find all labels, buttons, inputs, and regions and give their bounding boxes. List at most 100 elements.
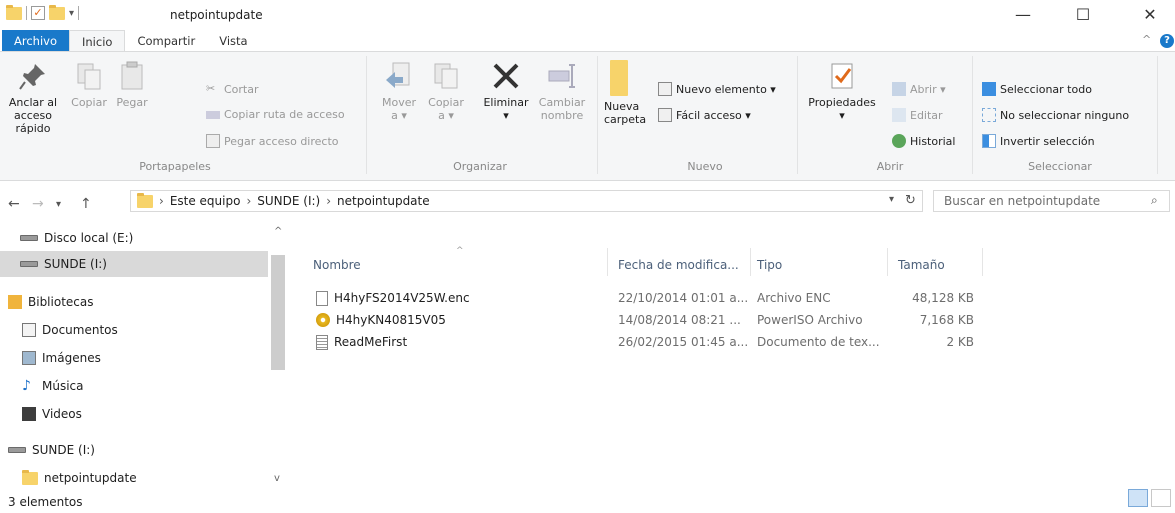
search-input[interactable]: Buscar en netpointupdate (933, 190, 1170, 212)
file-type: Documento de tex... (757, 335, 880, 349)
properties-check-icon[interactable]: ✓ (31, 6, 45, 20)
nav-item-sunde-selected[interactable]: SUNDE (I:) (0, 251, 268, 277)
file-size: 48,128 KB (912, 291, 974, 305)
column-header-name[interactable]: Nombre (313, 258, 361, 272)
copy-path-button[interactable]: Copiar ruta de acceso (206, 108, 345, 121)
new-item-icon (658, 82, 672, 96)
address-dropdown-icon[interactable]: ▾ (889, 194, 894, 205)
chevron-right-icon[interactable]: › (159, 194, 164, 208)
new-folder-icon[interactable] (49, 4, 65, 20)
nav-label: Disco local (E:) (44, 231, 134, 245)
up-arrow-icon[interactable]: ↑ (80, 196, 92, 212)
pin-quick-access-button[interactable]: Anclar al acceso rápido (4, 60, 62, 135)
group-label-organizar: Organizar (453, 160, 507, 173)
pin-label-line2: acceso rápido (13, 109, 53, 135)
search-icon[interactable]: ⌕ (1151, 193, 1158, 208)
nav-item-netpointupdate[interactable]: netpointupdate (0, 465, 137, 491)
folder-icon[interactable] (6, 4, 22, 20)
properties-button[interactable]: Propiedades ▾ (804, 60, 880, 122)
file-name: ReadMeFirst (334, 335, 408, 349)
move-to-label-line1: Mover (381, 96, 417, 109)
back-arrow-icon[interactable]: ← (8, 196, 20, 212)
cut-button[interactable]: ✂ Cortar (206, 82, 259, 96)
history-label: Historial (910, 134, 956, 148)
details-view-icon[interactable] (1128, 489, 1148, 507)
delete-dropdown-icon: ▾ (503, 109, 509, 122)
select-all-button[interactable]: Seleccionar todo (982, 82, 1092, 96)
breadcrumb-sunde[interactable]: SUNDE (I:) (257, 194, 320, 208)
paste-shortcut-label: Pegar acceso directo (224, 134, 339, 148)
forward-arrow-icon[interactable]: → (32, 196, 44, 212)
tab-compartir[interactable]: Compartir (125, 30, 207, 52)
copy-to-label-line1: Copiar (428, 96, 464, 109)
paste-button[interactable]: Pegar (110, 60, 154, 109)
maximize-button[interactable]: ☐ (1060, 2, 1106, 28)
group-label-abrir: Abrir (876, 160, 904, 173)
invert-selection-label: Invertir selección (1000, 134, 1095, 148)
rename-button[interactable]: Cambiar nombre (534, 60, 590, 122)
file-date: 14/08/2014 08:21 ... (618, 313, 741, 327)
address-bar[interactable]: › Este equipo › SUNDE (I:) › netpointupd… (130, 190, 923, 212)
new-folder-label-line1: Nueva (604, 100, 640, 113)
nav-item-disco-local[interactable]: Disco local (E:) (0, 225, 268, 251)
minimize-button[interactable]: — (1000, 2, 1046, 28)
chevron-right-icon[interactable]: › (326, 194, 331, 208)
scroll-up-icon[interactable]: ^ (274, 226, 282, 237)
breadcrumb-netpointupdate[interactable]: netpointupdate (337, 194, 430, 208)
column-header-type[interactable]: Tipo (757, 258, 782, 272)
delete-x-icon (493, 63, 519, 89)
nav-item-videos[interactable]: Videos (0, 401, 82, 427)
history-button[interactable]: Historial (892, 134, 955, 148)
tab-inicio[interactable]: Inicio (69, 30, 126, 52)
column-header-date[interactable]: Fecha de modifica... (618, 258, 739, 272)
file-date: 22/10/2014 01:01 a... (618, 291, 749, 305)
column-separator[interactable] (982, 248, 983, 276)
breadcrumb-este-equipo[interactable]: Este equipo (170, 194, 241, 208)
paste-shortcut-button[interactable]: Pegar acceso directo (206, 134, 339, 148)
open-button[interactable]: Abrir ▾ (892, 82, 946, 96)
column-separator[interactable] (887, 248, 888, 276)
edit-button[interactable]: Editar (892, 108, 943, 122)
delete-button[interactable]: Eliminar ▾ (480, 60, 532, 122)
help-icon[interactable]: ? (1160, 34, 1174, 48)
scroll-down-icon[interactable]: v (274, 473, 280, 484)
copy-button[interactable]: Copiar (68, 60, 110, 109)
refresh-icon[interactable]: ↻ (905, 193, 916, 208)
move-to-button[interactable]: Mover a ▾ (376, 60, 422, 122)
nav-label: Imágenes (42, 351, 101, 365)
easy-access-button[interactable]: Fácil acceso ▾ (658, 108, 751, 122)
videos-icon (22, 407, 36, 421)
select-none-button[interactable]: No seleccionar ninguno (982, 108, 1129, 122)
column-separator[interactable] (607, 248, 608, 276)
window-title: netpointupdate (170, 8, 263, 22)
close-button[interactable]: ✕ (1127, 2, 1173, 28)
tab-archivo[interactable]: Archivo (2, 30, 69, 52)
nav-item-musica[interactable]: ♪ Música (0, 373, 84, 399)
copy-to-button[interactable]: Copiar a ▾ (424, 60, 468, 122)
new-folder-button[interactable]: Nueva carpeta (604, 60, 646, 126)
delete-label: Eliminar (483, 96, 529, 109)
recent-locations-icon[interactable]: ▾ (56, 199, 61, 210)
nav-item-documentos[interactable]: Documentos (0, 317, 118, 343)
nav-item-imagenes[interactable]: Imágenes (0, 345, 101, 371)
nav-item-bibliotecas[interactable]: Bibliotecas (0, 289, 93, 315)
drive-icon (8, 447, 26, 453)
music-icon: ♪ (22, 378, 31, 394)
column-separator[interactable] (750, 248, 751, 276)
chevron-right-icon[interactable]: › (246, 194, 251, 208)
cut-label: Cortar (224, 82, 259, 96)
collapse-ribbon-icon[interactable]: ^ (1142, 33, 1151, 46)
qat-dropdown-icon[interactable]: ▾ (69, 8, 74, 19)
new-item-button[interactable]: Nuevo elemento ▾ (658, 82, 776, 96)
tab-vista[interactable]: Vista (207, 30, 259, 52)
folder-icon (137, 192, 153, 208)
large-icons-view-icon[interactable] (1151, 489, 1171, 507)
nav-label: Documentos (42, 323, 118, 337)
history-icon (892, 134, 906, 148)
scrollbar-thumb[interactable] (271, 255, 285, 370)
nav-item-sunde[interactable]: SUNDE (I:) (0, 437, 95, 463)
sort-indicator-icon: ^ (456, 246, 464, 256)
copy-label: Copiar (71, 96, 107, 109)
column-header-size[interactable]: Tamaño (898, 258, 945, 272)
invert-selection-button[interactable]: Invertir selección (982, 134, 1095, 148)
